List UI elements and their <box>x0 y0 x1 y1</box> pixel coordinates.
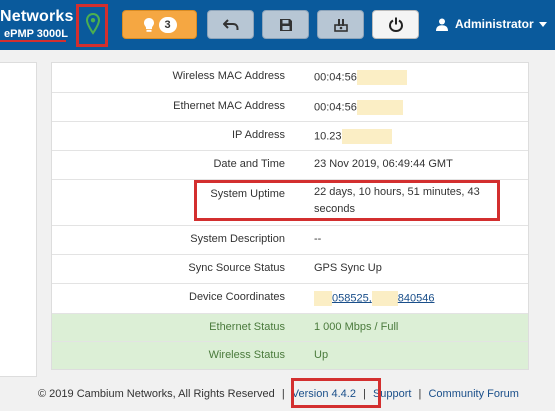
status-row-sync-source: Sync Source Status GPS Sync Up <box>52 254 528 283</box>
footer-separator: | <box>281 388 285 400</box>
power-button[interactable] <box>372 10 419 39</box>
status-value: -- <box>314 233 322 245</box>
status-label: Device Coordinates <box>189 291 285 303</box>
status-row-date-time: Date and Time 23 Nov 2019, 06:49:44 GMT <box>52 150 528 179</box>
status-label: System Description <box>190 233 285 245</box>
status-label: Wireless MAC Address <box>172 70 285 82</box>
status-label: Date and Time <box>213 158 285 170</box>
copyright-text: © 2019 Cambium Networks, All Rights Rese… <box>38 388 275 400</box>
redaction-mark <box>356 100 403 115</box>
user-menu[interactable]: Administrator <box>435 17 547 31</box>
user-menu-label: Administrator <box>455 17 534 31</box>
redaction-mark <box>341 129 392 144</box>
footer-separator: | <box>418 388 422 400</box>
floppy-disk-icon <box>279 18 292 31</box>
status-value: Up <box>314 349 329 361</box>
side-panel <box>0 62 37 377</box>
status-row-system-description: System Description -- <box>52 225 528 254</box>
status-row-device-coordinates: Device Coordinates 058525, 840546 <box>52 283 528 313</box>
header-bar: Networks ePMP 3000L 3 Administrator <box>0 0 555 50</box>
status-label: Ethernet Status <box>209 321 285 333</box>
status-row-ethernet-mac: Ethernet MAC Address 00:04:56 <box>52 92 528 121</box>
footer: © 2019 Cambium Networks, All Rights Rese… <box>38 388 519 400</box>
status-value: 23 Nov 2019, 06:49:44 GMT <box>314 158 453 170</box>
annotation-box-uptime <box>194 180 500 221</box>
status-row-wireless-mac: Wireless MAC Address 00:04:56 <box>52 63 528 92</box>
status-label: Sync Source Status <box>188 262 285 274</box>
redaction-mark <box>356 70 407 85</box>
undo-button[interactable] <box>207 10 254 39</box>
chevron-down-icon <box>538 21 547 27</box>
status-value: 10.23 <box>314 129 392 144</box>
status-value: 00:04:56 <box>314 100 403 115</box>
map-pin-icon[interactable] <box>86 13 100 35</box>
annotation-box-version <box>291 378 381 408</box>
status-row-ethernet-status: Ethernet Status 1 000 Mbps / Full <box>52 313 528 341</box>
annotation-underline <box>0 40 66 42</box>
undo-icon <box>222 18 238 30</box>
tools-button[interactable] <box>317 10 364 39</box>
power-icon <box>388 17 403 32</box>
save-button[interactable] <box>262 10 309 39</box>
status-value: 1 000 Mbps / Full <box>314 321 399 333</box>
annotation-box-location <box>76 4 108 47</box>
status-label: Wireless Status <box>208 349 285 361</box>
device-model: ePMP 3000L <box>4 28 69 40</box>
redaction-mark <box>371 291 398 306</box>
redaction-mark <box>314 291 332 306</box>
status-label: IP Address <box>232 129 285 141</box>
alerts-count-badge: 3 <box>158 16 177 33</box>
status-label: Ethernet MAC Address <box>173 100 285 112</box>
brand-name: Networks <box>0 8 74 25</box>
status-row-wireless-status: Wireless Status Up <box>52 341 528 369</box>
status-value: 00:04:56 <box>314 70 407 85</box>
tools-icon <box>333 18 348 32</box>
community-forum-link[interactable]: Community Forum <box>428 388 518 400</box>
alerts-button[interactable]: 3 <box>122 10 197 39</box>
coordinates-link[interactable]: 058525, 840546 <box>314 291 434 306</box>
status-value: GPS Sync Up <box>314 262 382 274</box>
lightbulb-icon <box>143 17 154 32</box>
user-icon <box>436 18 448 31</box>
status-row-ip-address: IP Address 10.23 <box>52 121 528 150</box>
